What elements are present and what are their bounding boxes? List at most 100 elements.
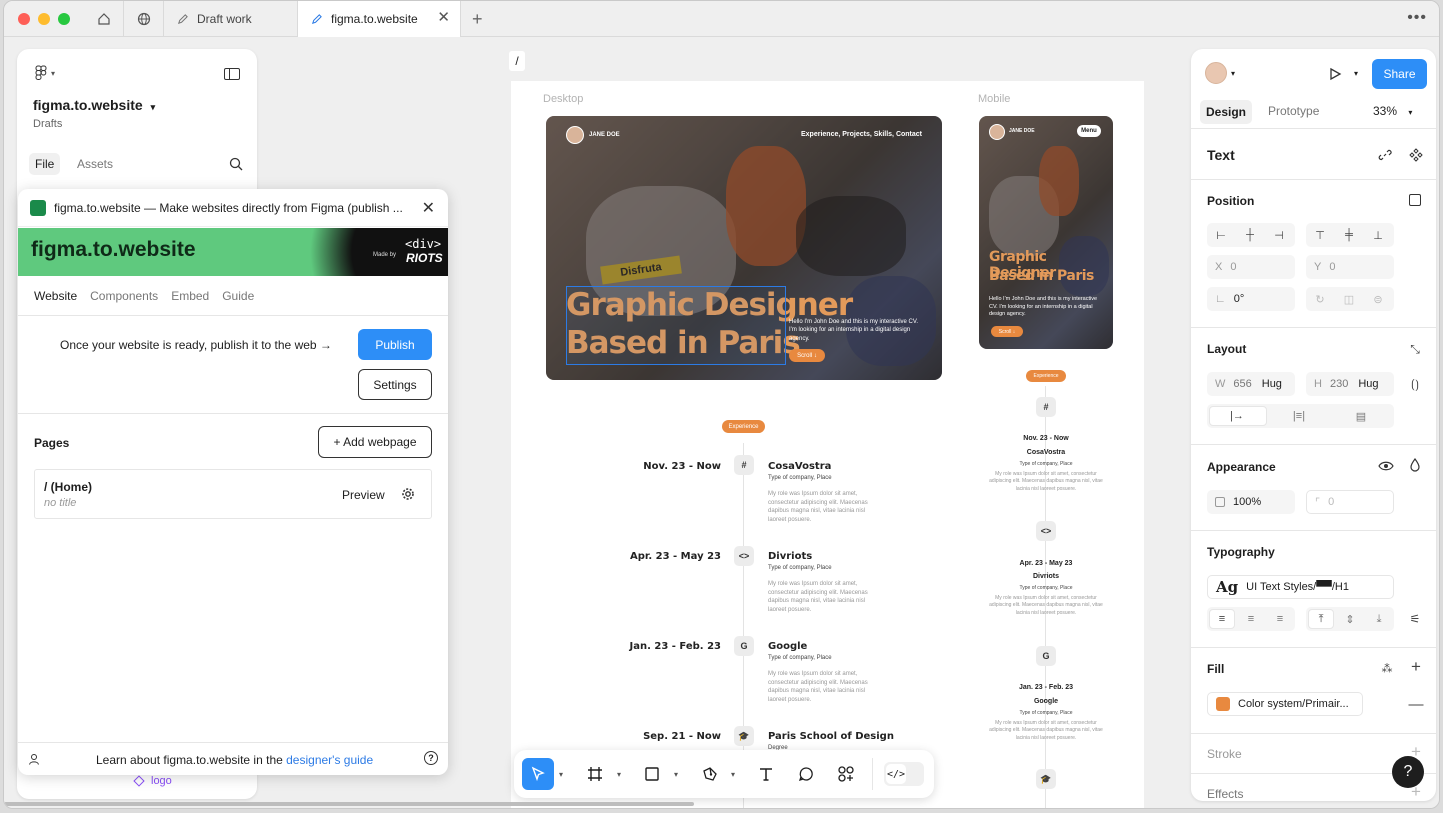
add-fill-icon[interactable]: + (1409, 657, 1423, 676)
dev-mode-toggle[interactable]: </> (884, 762, 924, 786)
tab-file[interactable]: File (29, 153, 61, 175)
file-name[interactable]: figma.to.website ▾ (33, 97, 155, 113)
tab-components[interactable]: Components (90, 289, 158, 303)
link-icon[interactable] (1378, 148, 1392, 162)
close-window-button[interactable] (18, 13, 30, 25)
help-icon[interactable]: ? (424, 751, 438, 765)
desktop-hero-image[interactable]: Disfruta JANE DOE Experience, Projects, … (546, 116, 942, 380)
align-top-icon[interactable]: ⊤ (1310, 227, 1330, 243)
play-icon[interactable] (1328, 67, 1342, 81)
chevron-down-icon[interactable]: ▾ (674, 770, 678, 779)
close-tab-icon[interactable]: ✕ (437, 10, 450, 25)
align-text-middle-icon[interactable]: ⇕ (1340, 611, 1360, 627)
gear-icon[interactable] (401, 487, 415, 501)
designers-guide-link[interactable]: designer's guide (286, 753, 373, 767)
menu-button[interactable]: Menu (1077, 125, 1101, 137)
scroll-button[interactable]: Scroll ↓ (789, 349, 825, 362)
tab-design[interactable]: Design (1200, 100, 1253, 124)
chevron-down-icon[interactable]: ▾ (559, 770, 563, 779)
selection-box[interactable] (566, 286, 786, 365)
width-field[interactable]: W 656 Hug (1207, 372, 1295, 396)
close-plugin-icon[interactable]: ✕ (422, 198, 435, 218)
horizontal-scrollbar[interactable] (4, 802, 694, 806)
zoom-window-button[interactable] (58, 13, 70, 25)
publish-button[interactable]: Publish (358, 329, 432, 360)
frame-tool[interactable] (579, 758, 611, 790)
constrain-proportions-icon[interactable]: ⟮⟯ (1409, 376, 1421, 392)
tab-draft-work[interactable]: Draft work (164, 1, 298, 37)
chevron-down-icon[interactable]: ▾ (731, 770, 735, 779)
text-style-field[interactable]: Ag UI Text Styles/▀▀/H1 (1207, 575, 1394, 599)
actions-tool[interactable] (830, 758, 862, 790)
frame-selection-icon[interactable] (1409, 194, 1421, 206)
search-icon[interactable] (229, 157, 243, 171)
styles-grid-icon[interactable]: ⁂ (1379, 660, 1395, 676)
align-text-center-icon[interactable]: ≡ (1241, 611, 1261, 627)
align-center-horizontal-icon[interactable]: ┼ (1240, 227, 1260, 243)
sidebar-toggle-icon[interactable] (224, 68, 240, 80)
opacity-field[interactable]: 100% (1207, 490, 1295, 514)
comment-tool[interactable] (790, 758, 822, 790)
tab-assets[interactable]: Assets (77, 157, 113, 171)
rotate-icon[interactable]: ↻ (1310, 291, 1330, 307)
collapse-icon[interactable]: ⤡ (1407, 341, 1423, 357)
type-settings-icon[interactable]: ⚟ (1407, 611, 1423, 627)
drop-icon[interactable] (1410, 458, 1420, 472)
frame-label-mobile[interactable]: Mobile (978, 93, 1010, 105)
align-text-bottom-icon[interactable]: ⤓ (1369, 611, 1389, 627)
community-button[interactable] (124, 1, 164, 37)
auto-height-icon[interactable]: |≡| (1289, 408, 1309, 424)
zoom-level[interactable]: 33% ▾ (1373, 104, 1412, 118)
chevron-down-icon[interactable]: ▾ (1231, 69, 1235, 78)
chevron-down-icon[interactable]: ▾ (1354, 69, 1358, 78)
layer-item-logo[interactable]: logo (133, 775, 172, 787)
x-field[interactable]: X0 (1207, 255, 1295, 279)
preview-link[interactable]: Preview (342, 488, 385, 502)
tab-prototype[interactable]: Prototype (1268, 104, 1319, 118)
more-icon[interactable]: ••• (1407, 9, 1427, 27)
remove-fill-icon[interactable]: — (1409, 695, 1424, 713)
tab-embed[interactable]: Embed (171, 289, 209, 303)
height-field[interactable]: H 230 Hug (1306, 372, 1394, 396)
file-location[interactable]: Drafts (33, 118, 62, 130)
user-avatar[interactable] (1205, 62, 1227, 84)
user-icon[interactable] (28, 753, 40, 765)
corner-radius-field[interactable]: ⌜ 0 (1306, 490, 1394, 514)
text-tool[interactable] (750, 758, 782, 790)
settings-button[interactable]: Settings (358, 369, 432, 400)
pen-tool[interactable] (694, 758, 726, 790)
minimize-window-button[interactable] (38, 13, 50, 25)
chevron-down-icon[interactable]: ▾ (617, 770, 621, 779)
eye-icon[interactable] (1378, 460, 1394, 472)
flip-vertical-icon[interactable]: ⊜ (1368, 291, 1388, 307)
new-tab-button[interactable]: + (472, 9, 483, 30)
y-field[interactable]: Y0 (1306, 255, 1394, 279)
h-mode[interactable]: Hug (1358, 378, 1378, 390)
align-middle-icon[interactable]: ╪ (1339, 227, 1359, 243)
component-icon[interactable] (1409, 148, 1423, 162)
add-webpage-button[interactable]: + Add webpage (318, 426, 432, 458)
tab-guide[interactable]: Guide (222, 289, 254, 303)
fixed-size-icon[interactable]: ▤ (1351, 408, 1371, 424)
flip-horizontal-icon[interactable]: ◫ (1339, 291, 1359, 307)
home-button[interactable] (84, 1, 124, 37)
scroll-button[interactable]: Scroll ↓ (991, 326, 1023, 337)
w-mode[interactable]: Hug (1262, 378, 1282, 390)
main-menu-button[interactable]: ▾ (35, 65, 55, 81)
tab-figma-to-website[interactable]: figma.to.website ✕ (298, 1, 461, 37)
page-row[interactable]: / (Home) no title Preview (34, 469, 432, 519)
page-frame[interactable]: Desktop Mobile Disfruta JANE DOE Experie… (511, 81, 1144, 808)
align-right-icon[interactable]: ⊣ (1269, 227, 1289, 243)
shape-tool[interactable] (636, 758, 668, 790)
move-tool[interactable] (522, 758, 554, 790)
fill-style-field[interactable]: Color system/Primair... (1207, 692, 1363, 716)
frame-label-desktop[interactable]: Desktop (543, 93, 583, 105)
help-button[interactable]: ? (1392, 756, 1424, 788)
share-button[interactable]: Share (1372, 59, 1427, 89)
breadcrumb[interactable]: / (509, 51, 525, 71)
tab-website[interactable]: Website (34, 289, 77, 303)
rotation-field[interactable]: ∟ 0° (1207, 287, 1295, 311)
align-left-icon[interactable]: ⊢ (1211, 227, 1231, 243)
align-bottom-icon[interactable]: ⊥ (1368, 227, 1388, 243)
mobile-hero-image[interactable]: JANE DOE Menu Graphic Designer Based in … (979, 116, 1113, 349)
